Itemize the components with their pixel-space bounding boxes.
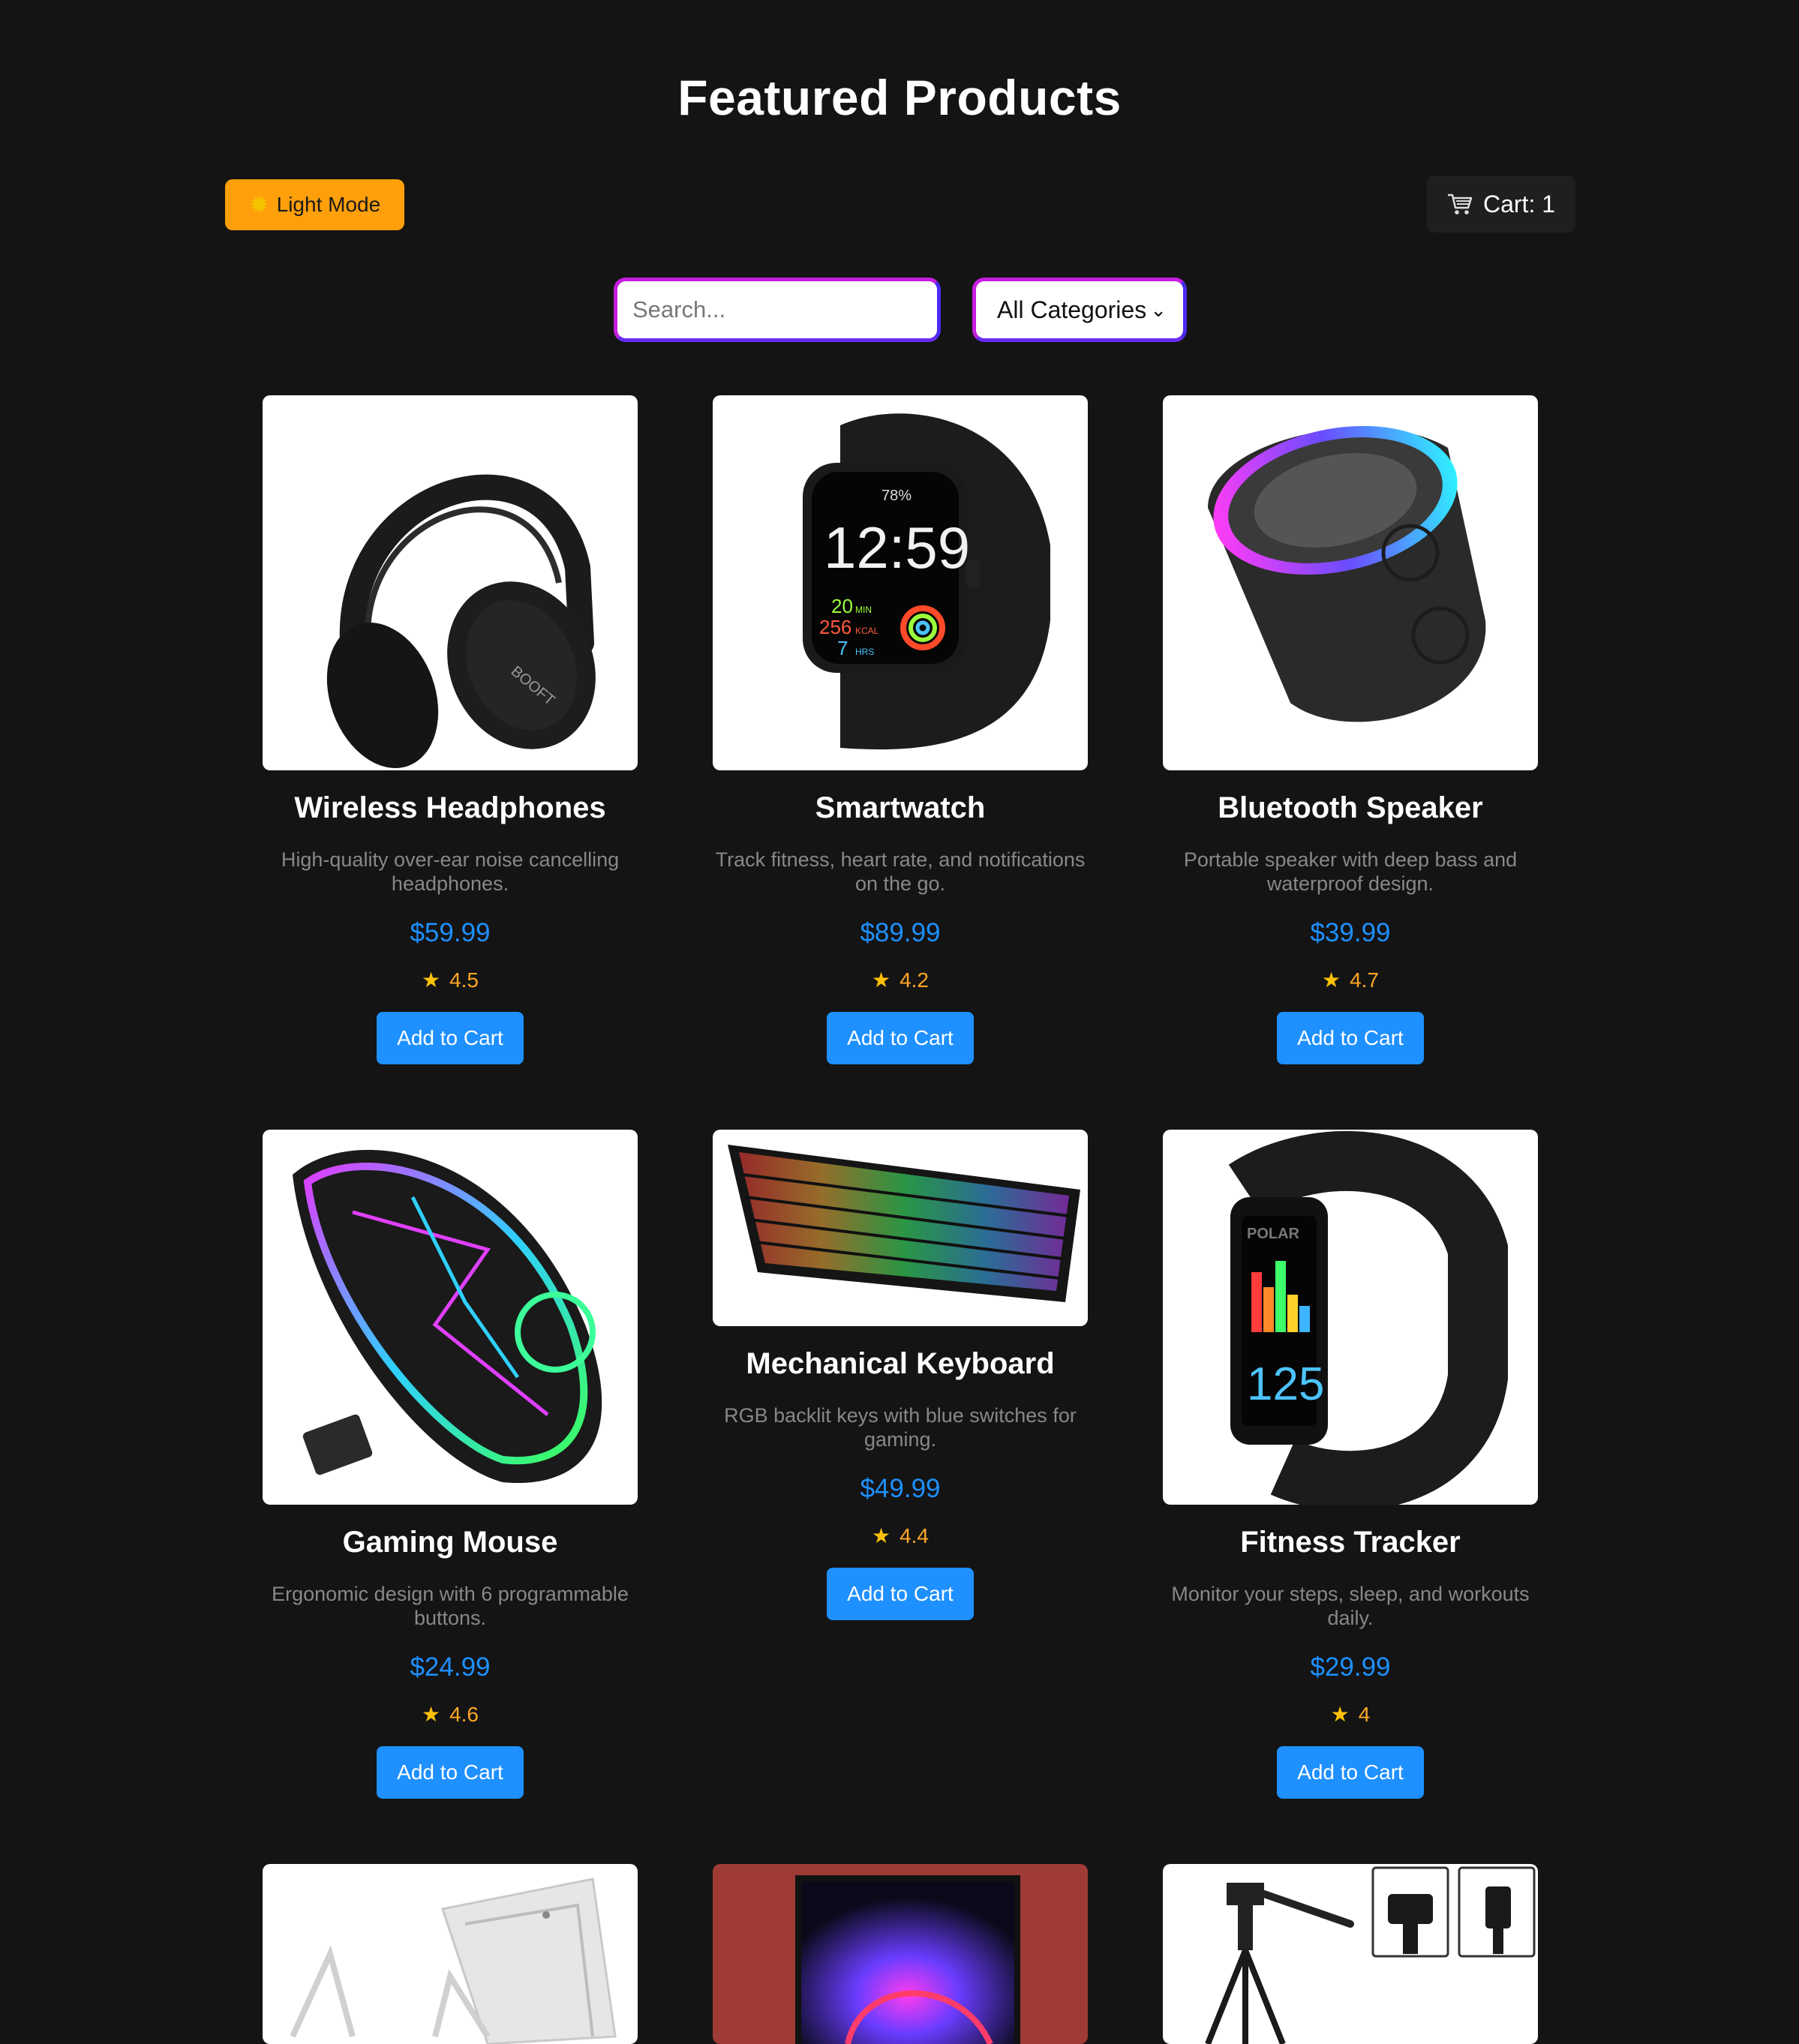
tripod-image bbox=[1163, 1864, 1538, 2044]
add-to-cart-button[interactable]: Add to Cart bbox=[1277, 1012, 1424, 1064]
star-icon: ★ bbox=[421, 1703, 441, 1726]
svg-text:125: 125 bbox=[1247, 1358, 1324, 1410]
product-price: $24.99 bbox=[410, 1652, 491, 1682]
star-icon: ★ bbox=[871, 968, 891, 992]
monitor-image bbox=[713, 1864, 1088, 2044]
star-icon: ★ bbox=[421, 968, 441, 992]
cart-count-label: Cart: 1 bbox=[1482, 190, 1556, 218]
category-selected-value: All Categories bbox=[997, 296, 1147, 323]
product-name: Fitness Tracker bbox=[1240, 1526, 1461, 1559]
product-rating: ★ 4.7 bbox=[1321, 968, 1380, 992]
product-rating: ★ 4.2 bbox=[871, 968, 930, 992]
category-select[interactable]: All Categories ⌄ bbox=[972, 278, 1187, 342]
product-name: Wireless Headphones bbox=[294, 791, 606, 824]
product-description: RGB backlit keys with blue switches for … bbox=[724, 1404, 1077, 1451]
product-card: POLAR 125 Fitness Tracker Monitor your s… bbox=[1163, 1130, 1538, 1799]
svg-text:78%: 78% bbox=[881, 488, 912, 504]
product-description: Ergonomic design with 6 programmable but… bbox=[272, 1583, 629, 1629]
product-card bbox=[263, 1864, 638, 2044]
light-mode-button[interactable]: ✹ Light Mode bbox=[225, 179, 404, 230]
mouse-image bbox=[263, 1130, 638, 1505]
product-description: Track fitness, heart rate, and notificat… bbox=[715, 848, 1086, 895]
product-rating: ★ 4.4 bbox=[871, 1524, 930, 1547]
product-rating: ★ 4.5 bbox=[421, 968, 479, 992]
svg-text:12:59: 12:59 bbox=[824, 515, 970, 581]
product-card: BOOFT Wireless Headphones High-quality o… bbox=[263, 395, 638, 1064]
product-name: Gaming Mouse bbox=[342, 1526, 558, 1559]
product-rating: ★ 4.6 bbox=[421, 1703, 479, 1726]
product-description: High-quality over-ear noise cancelling h… bbox=[281, 848, 620, 895]
add-to-cart-button[interactable]: Add to Cart bbox=[827, 1012, 974, 1064]
search-input[interactable] bbox=[614, 278, 941, 342]
sun-icon: ✹ bbox=[248, 191, 269, 218]
svg-text:20: 20 bbox=[831, 595, 853, 617]
product-name: Bluetooth Speaker bbox=[1218, 791, 1483, 824]
product-name: Smartwatch bbox=[815, 791, 986, 824]
svg-text:KCAL: KCAL bbox=[855, 626, 879, 636]
light-mode-label: Light Mode bbox=[276, 193, 381, 216]
product-card bbox=[1163, 1864, 1538, 2044]
add-to-cart-button[interactable]: Add to Cart bbox=[827, 1568, 974, 1620]
cart-button[interactable]: Cart: 1 bbox=[1427, 176, 1575, 233]
product-card: Gaming Mouse Ergonomic design with 6 pro… bbox=[263, 1130, 638, 1799]
product-price: $29.99 bbox=[1310, 1652, 1391, 1682]
product-description: Monitor your steps, sleep, and workouts … bbox=[1171, 1583, 1530, 1629]
product-name: Mechanical Keyboard bbox=[746, 1347, 1055, 1380]
svg-text:POLAR: POLAR bbox=[1247, 1226, 1300, 1242]
headphones-image: BOOFT bbox=[263, 395, 638, 770]
product-card: 78% 12:59 20 MIN 256 KCAL 7 HRS Smartwat… bbox=[713, 395, 1088, 1064]
keyboard-image bbox=[713, 1130, 1088, 1326]
product-price: $49.99 bbox=[860, 1474, 941, 1503]
laptop-stand-image bbox=[263, 1864, 638, 2044]
svg-text:HRS: HRS bbox=[855, 647, 874, 657]
speaker-image bbox=[1163, 395, 1538, 770]
star-icon: ★ bbox=[1330, 1703, 1350, 1726]
svg-text:256: 256 bbox=[819, 616, 851, 638]
star-icon: ★ bbox=[1321, 968, 1341, 992]
add-to-cart-button[interactable]: Add to Cart bbox=[1277, 1746, 1424, 1799]
svg-text:7: 7 bbox=[837, 637, 848, 659]
product-price: $59.99 bbox=[410, 918, 491, 947]
product-card: Mechanical Keyboard RGB backlit keys wit… bbox=[713, 1130, 1088, 1620]
add-to-cart-button[interactable]: Add to Cart bbox=[377, 1012, 524, 1064]
product-card bbox=[713, 1864, 1088, 2044]
product-price: $39.99 bbox=[1310, 918, 1391, 947]
product-price: $89.99 bbox=[860, 918, 941, 947]
svg-text:MIN: MIN bbox=[855, 605, 872, 615]
fitness-tracker-image: POLAR 125 bbox=[1163, 1130, 1538, 1505]
cart-icon bbox=[1447, 193, 1473, 215]
page-title: Featured Products bbox=[677, 70, 1122, 125]
product-card: Bluetooth Speaker Portable speaker with … bbox=[1163, 395, 1538, 1064]
product-description: Portable speaker with deep bass and wate… bbox=[1183, 848, 1518, 895]
product-rating: ★ 4 bbox=[1330, 1703, 1371, 1726]
smartwatch-image: 78% 12:59 20 MIN 256 KCAL 7 HRS bbox=[713, 395, 1088, 770]
add-to-cart-button[interactable]: Add to Cart bbox=[377, 1746, 524, 1799]
star-icon: ★ bbox=[871, 1524, 891, 1547]
chevron-down-icon: ⌄ bbox=[1150, 298, 1167, 321]
